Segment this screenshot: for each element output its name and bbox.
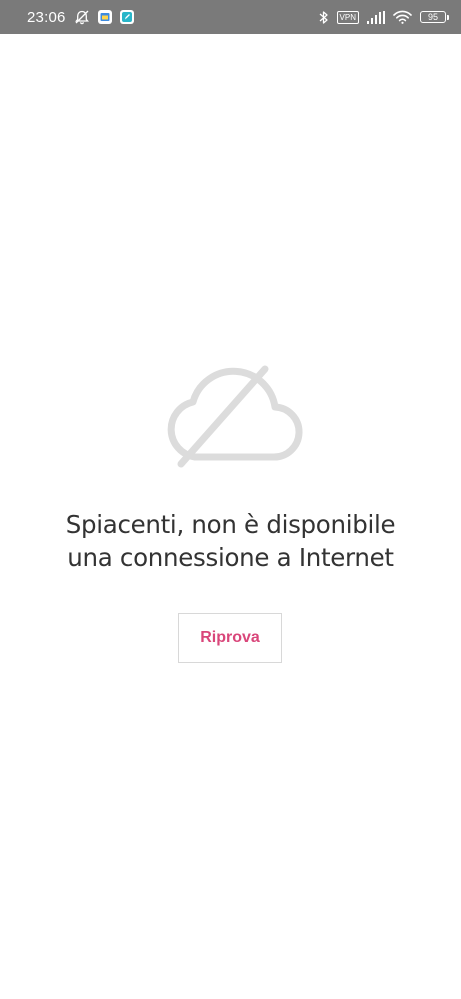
battery-tip xyxy=(447,14,449,20)
cloud-off-icon xyxy=(167,365,303,468)
status-time: 23:06 xyxy=(27,8,66,26)
offline-message-line-2: una connessione a Internet xyxy=(67,543,394,572)
retry-button[interactable]: Riprova xyxy=(178,613,282,663)
battery-icon: 95 xyxy=(420,11,449,23)
offline-message-line-1: Spiacenti, non è disponibile xyxy=(65,510,396,539)
calendar-app-icon xyxy=(97,10,112,24)
bluetooth-icon xyxy=(319,10,329,25)
vpn-icon: VPN xyxy=(336,10,359,24)
battery-level: 95 xyxy=(420,11,446,23)
wifi-icon xyxy=(393,10,412,24)
status-bar-left: 23:06 xyxy=(27,9,134,26)
edit-app-icon xyxy=(119,10,134,24)
signal-icon xyxy=(367,10,385,24)
status-bar: 23:06 VPN 95 xyxy=(0,0,461,34)
status-bar-right: VPN 95 xyxy=(319,10,449,25)
alarm-off-icon xyxy=(74,9,90,25)
offline-message: Spiacenti, non è disponibile una conness… xyxy=(0,508,461,574)
